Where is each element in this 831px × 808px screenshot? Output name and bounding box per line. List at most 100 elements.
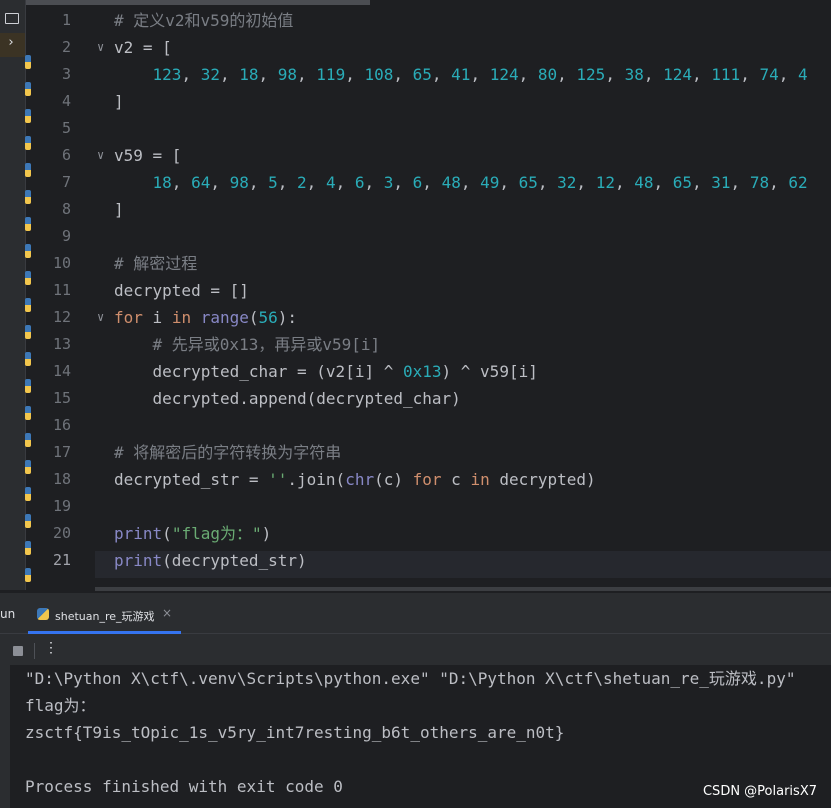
line-number: 2: [61, 38, 71, 56]
code-token: 6: [412, 173, 423, 192]
code-token: ,: [605, 65, 625, 84]
line-number: 16: [52, 416, 71, 434]
code-token: .join(: [287, 470, 346, 489]
code-token: 123: [152, 65, 182, 84]
project-folder-row[interactable]: ›: [0, 33, 25, 57]
code-token: ,: [499, 173, 519, 192]
code-token: 78: [749, 173, 770, 192]
code-token: ,: [557, 65, 577, 84]
line-number: 14: [52, 362, 71, 380]
code-token: 64: [191, 173, 211, 192]
code-token: decrypted_char = (v2[i] ^: [114, 362, 403, 381]
line-number: 19: [52, 497, 71, 515]
code-token: (decrypted_str): [162, 551, 307, 570]
fold-chevron-icon[interactable]: ∨: [97, 304, 104, 331]
code-token: ): [261, 524, 272, 543]
line-number: 6: [61, 146, 71, 164]
code-token: 125: [576, 65, 606, 84]
line-number: 13: [52, 335, 71, 353]
code-token: ,: [393, 65, 413, 84]
code-token: ,: [614, 173, 635, 192]
code-token: 49: [480, 173, 500, 192]
line-number: 12: [52, 308, 71, 326]
code-token: ,: [431, 65, 452, 84]
code-token: v59 = [: [114, 146, 182, 165]
code-token: 48: [634, 173, 654, 192]
code-token: range: [200, 308, 249, 327]
code-token: ,: [692, 65, 712, 84]
code-token: 4: [325, 173, 336, 192]
folder-icon: [5, 13, 19, 24]
stop-icon[interactable]: [13, 646, 23, 656]
run-toolbar: ⋮: [0, 634, 831, 664]
code-line[interactable]: # 解密过程: [114, 250, 197, 277]
code-token: decrypted.append(decrypted_char): [114, 389, 461, 408]
code-token: c: [441, 470, 471, 489]
code-token: ,: [393, 173, 413, 192]
code-line[interactable]: v2 = [: [114, 34, 172, 61]
code-line[interactable]: 123, 32, 18, 98, 119, 108, 65, 41, 124, …: [114, 61, 808, 88]
code-token: i: [142, 308, 172, 327]
line-number: 3: [61, 65, 71, 83]
code-line[interactable]: ]: [114, 88, 124, 115]
code-token: ,: [210, 173, 230, 192]
code-token: ,: [297, 65, 317, 84]
code-line[interactable]: decrypted.append(decrypted_char): [114, 385, 461, 412]
console-line: "D:\Python X\ctf\.venv\Scripts\python.ex…: [25, 669, 796, 688]
code-editor[interactable]: › 1 2 3 4 5 6 7 8 9 10 11 12 13 14 15 16 17 18 19 20 21 ∨ ∨ ∨ #…: [0, 0, 831, 591]
code-line[interactable]: decrypted_str = ''.join(chr(c) for c in …: [114, 466, 596, 493]
code-token: ,: [470, 65, 490, 84]
code-token: 98: [229, 173, 249, 192]
code-token: 65: [672, 173, 693, 192]
code-token: ):: [277, 308, 298, 327]
code-token: ,: [277, 173, 298, 192]
code-token: 0x13: [402, 362, 442, 381]
line-number: 15: [52, 389, 71, 407]
toolbar-divider: [34, 643, 35, 659]
code-token: 31: [711, 173, 731, 192]
code-line[interactable]: # 先异或0x13，再异或v59[i]: [114, 331, 381, 358]
code-line[interactable]: v59 = [: [114, 142, 181, 169]
code-line[interactable]: for i in range(56):: [114, 304, 297, 331]
code-line[interactable]: decrypted = []: [114, 277, 249, 304]
line-number: 17: [52, 443, 71, 461]
code-token: ,: [306, 173, 326, 192]
code-token: # 解密过程: [114, 254, 198, 273]
line-number-gutter: 1 2 3 4 5 6 7 8 9 10 11 12 13 14 15 16 17 18 19 20 21 ∨ ∨ ∨: [33, 0, 104, 590]
code-token: in: [470, 470, 490, 489]
code-line[interactable]: decrypted_char = (v2[i] ^ 0x13) ^ v59[i]: [114, 358, 538, 385]
code-token: ,: [248, 173, 269, 192]
code-line[interactable]: 18, 64, 98, 5, 2, 4, 6, 3, 6, 48, 49, 65…: [114, 169, 808, 196]
code-token: 48: [441, 173, 461, 192]
fold-chevron-icon[interactable]: ∨: [97, 34, 104, 61]
code-line[interactable]: # 将解密后的字符转换为字符串: [114, 439, 341, 466]
close-icon[interactable]: ×: [162, 606, 172, 620]
tab-run-configuration[interactable]: shetuan_re_玩游戏 ×: [28, 593, 181, 634]
python-file-icon: [37, 608, 49, 620]
code-token: decrypted_str =: [114, 470, 269, 489]
code-token: ,: [537, 173, 558, 192]
code-token: ,: [422, 173, 442, 192]
chevron-right-icon[interactable]: ›: [7, 35, 15, 50]
code-token: ,: [692, 173, 712, 192]
code-token: ,: [171, 173, 192, 192]
code-line[interactable]: ]: [114, 196, 124, 223]
code-line[interactable]: # 定义v2和v59的初始值: [114, 7, 293, 34]
more-options-icon[interactable]: ⋮: [44, 640, 58, 656]
code-line[interactable]: print(decrypted_str): [114, 547, 307, 574]
code-token: ,: [576, 173, 596, 192]
line-number: 1: [61, 11, 71, 29]
code-token: (c): [374, 470, 413, 489]
line-number: 11: [52, 281, 71, 299]
fold-chevron-icon[interactable]: ∨: [97, 142, 104, 169]
horizontal-scrollbar[interactable]: [95, 587, 831, 591]
code-token: ,: [643, 65, 664, 84]
code-token: ]: [114, 92, 124, 111]
console-line: Process finished with exit code 0: [25, 777, 343, 796]
line-number: 9: [61, 227, 71, 245]
code-token: ,: [653, 173, 673, 192]
project-root-row[interactable]: [0, 8, 25, 32]
code-token: ,: [730, 173, 750, 192]
code-line[interactable]: print("flag为："): [114, 520, 271, 547]
